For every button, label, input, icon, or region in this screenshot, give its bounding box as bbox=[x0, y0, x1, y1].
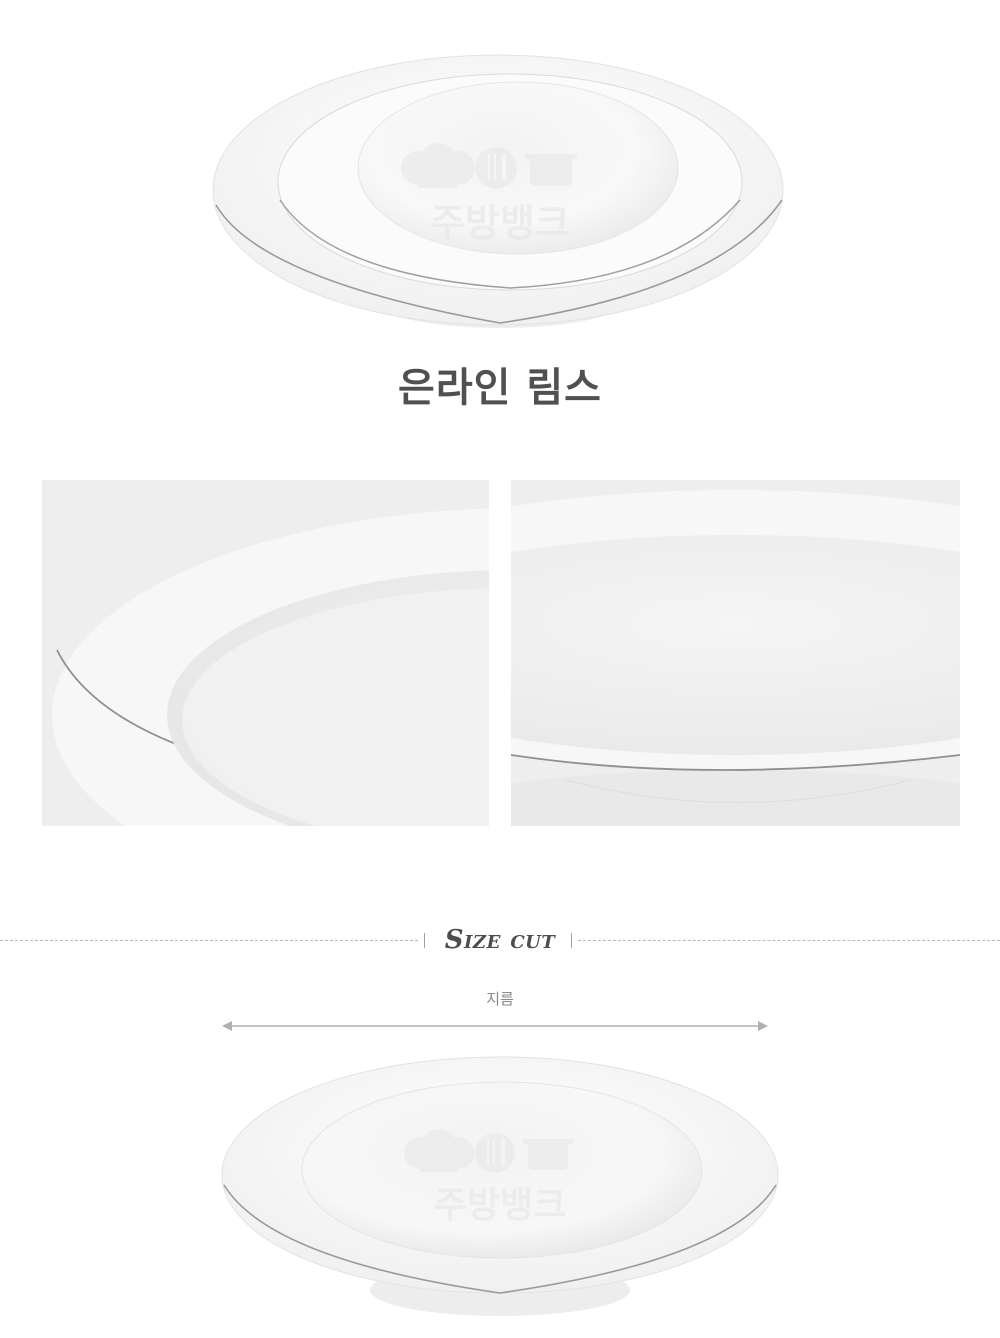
product-hero-image: 주방뱅크 bbox=[212, 54, 784, 328]
cooking-pot-icon bbox=[525, 154, 577, 186]
divider-line-left bbox=[0, 940, 418, 941]
watermark-text: 주방뱅크 bbox=[434, 1185, 566, 1226]
size-cut-heading: Size cut bbox=[444, 925, 556, 955]
detail-image-left bbox=[42, 480, 489, 826]
diameter-label: 지름 bbox=[486, 990, 514, 1008]
fork-knife-icon bbox=[475, 1133, 515, 1173]
divider-line-right bbox=[578, 940, 1000, 941]
divider-tick-left bbox=[424, 933, 425, 948]
divider-tick-right bbox=[571, 933, 572, 948]
size-reference-plate-image: 주방뱅크 bbox=[221, 1056, 779, 1316]
fork-knife-icon bbox=[475, 147, 517, 189]
cooking-pot-icon bbox=[523, 1139, 573, 1170]
diameter-arrow bbox=[222, 1021, 768, 1031]
product-title: 은라인 림스 bbox=[398, 365, 602, 411]
watermark-text: 주방뱅크 bbox=[430, 201, 570, 245]
detail-image-right bbox=[511, 480, 960, 826]
